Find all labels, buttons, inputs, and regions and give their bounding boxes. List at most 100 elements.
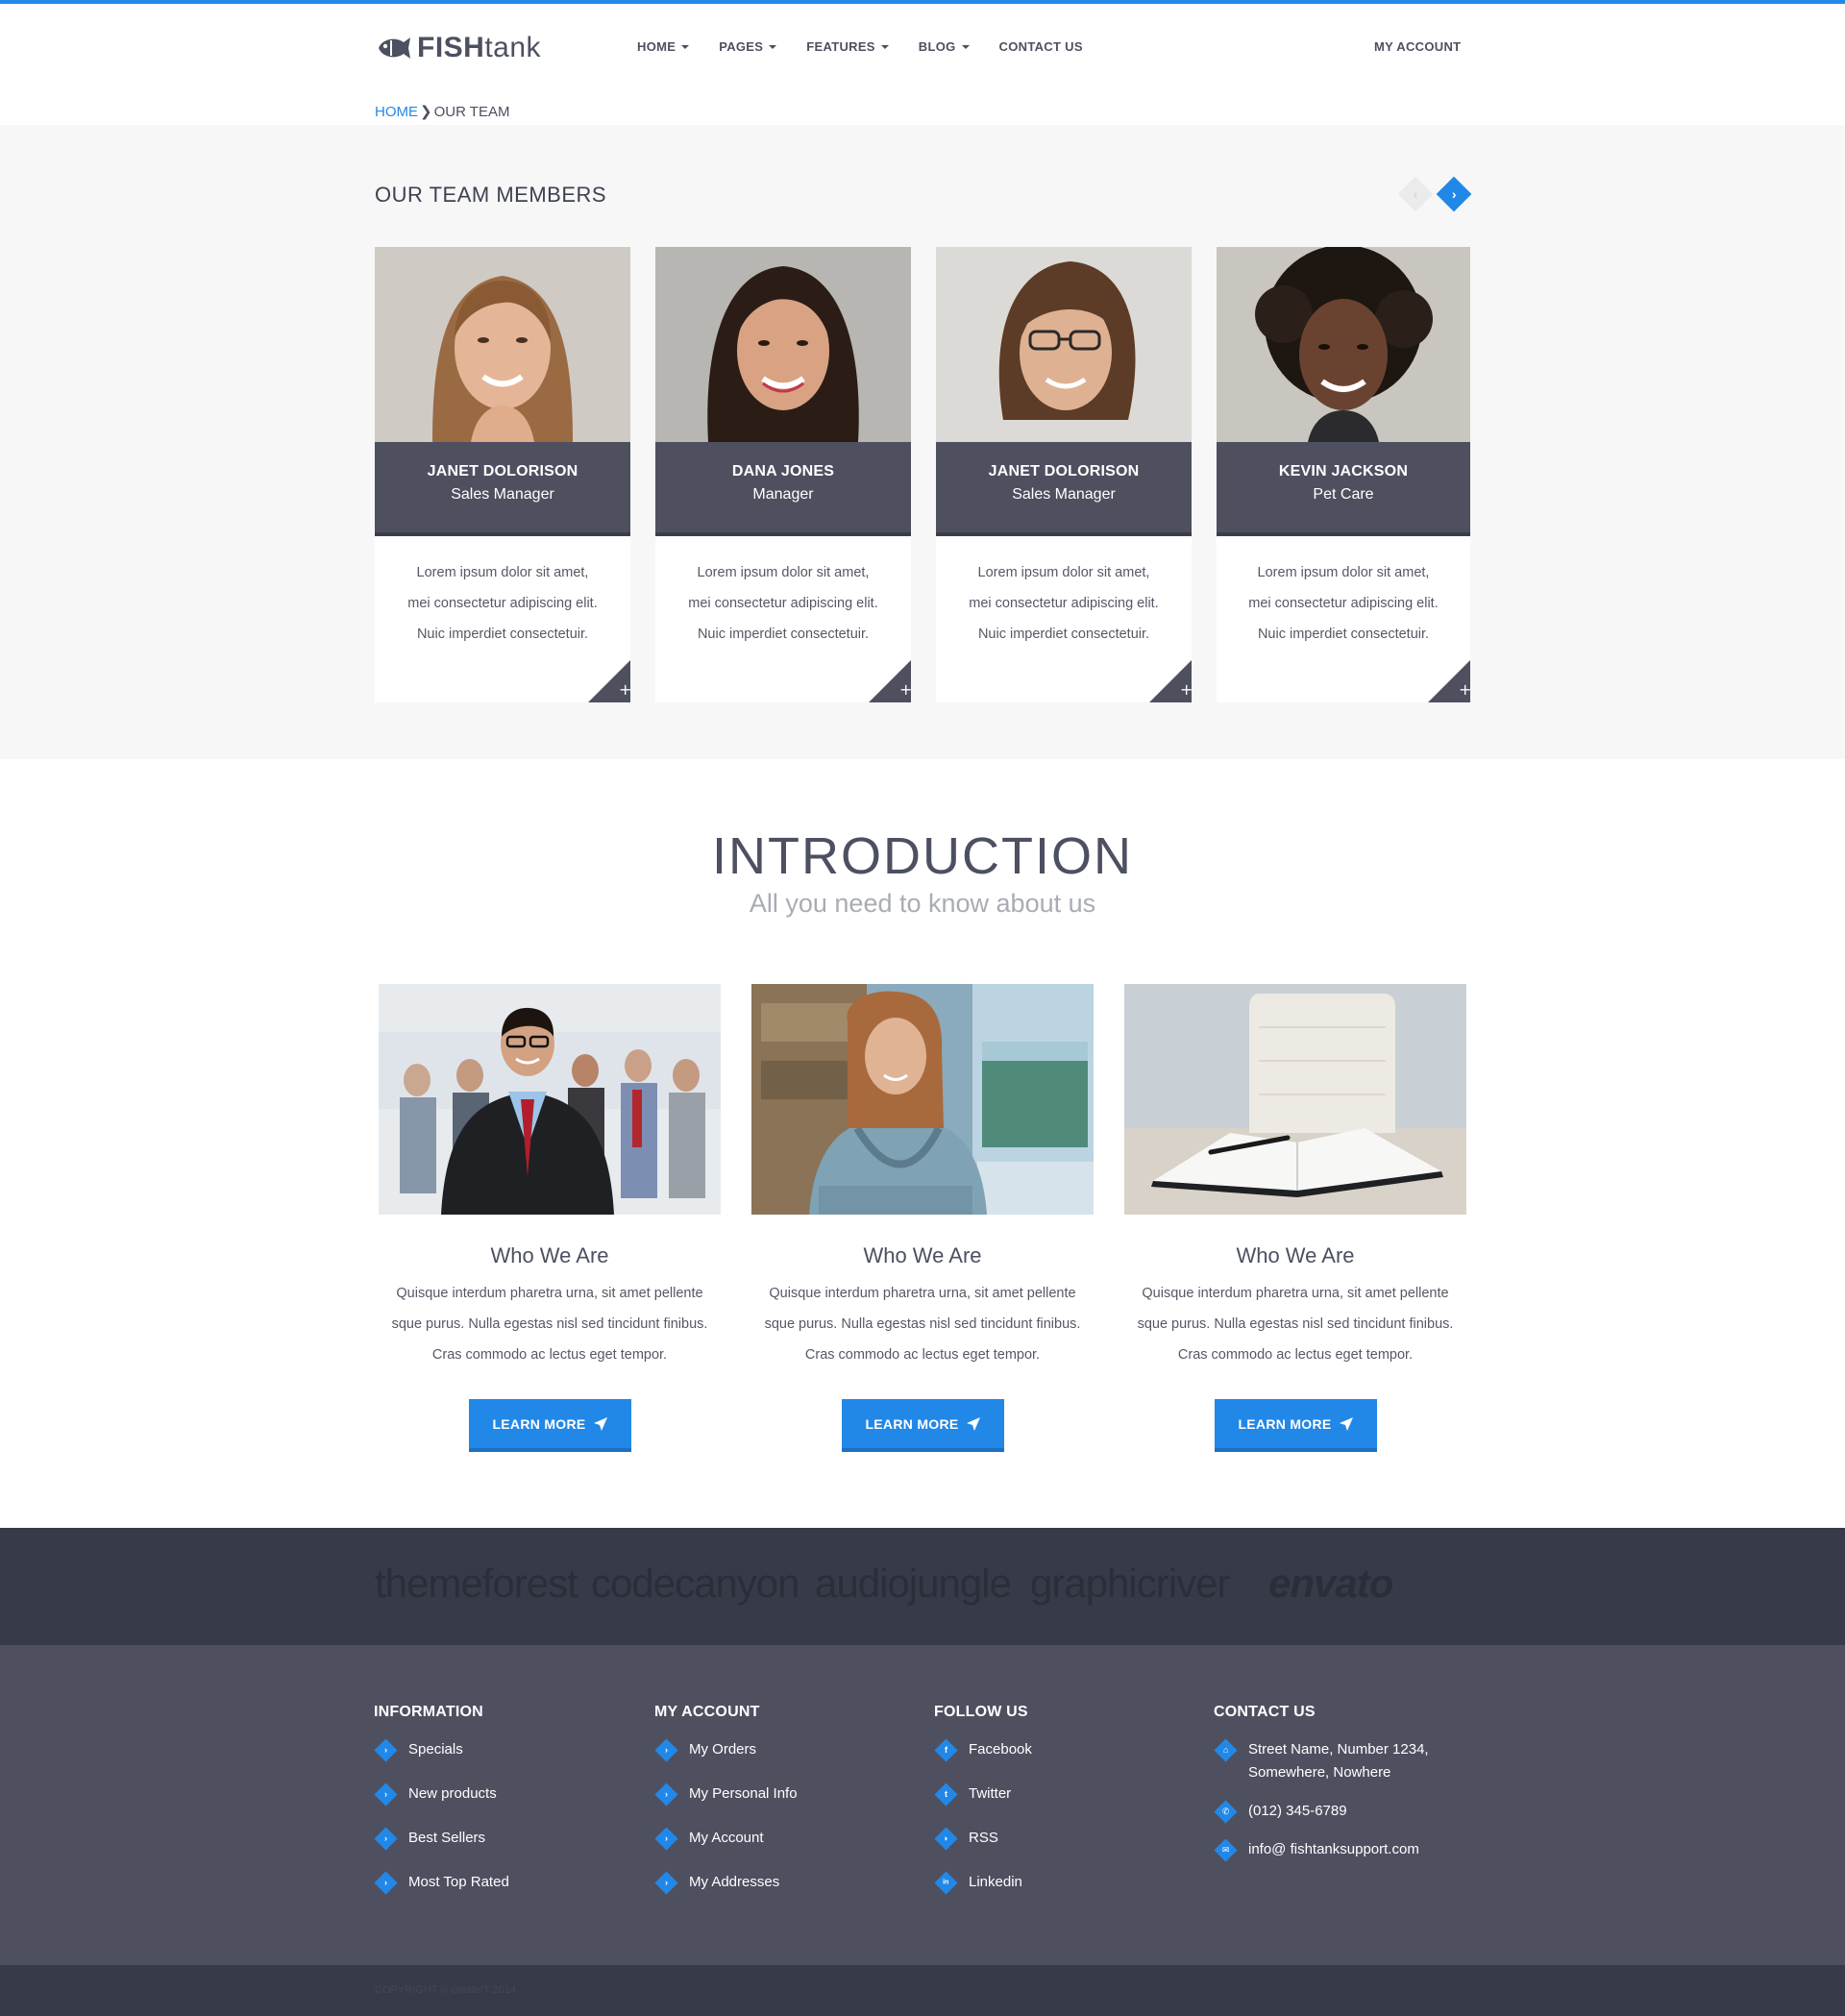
carousel-next-button[interactable]: › — [1436, 176, 1472, 212]
chevron-right-icon: › — [374, 1782, 398, 1807]
brand-logo-envato[interactable]: envato — [1268, 1561, 1393, 1607]
nav-features[interactable]: FEATURES — [806, 39, 889, 54]
footer-link-best-sellers[interactable]: › Best Sellers — [374, 1827, 509, 1873]
feature-title: Who We Are — [863, 1243, 982, 1267]
footer-link-twitter[interactable]: t Twitter — [934, 1782, 1032, 1829]
footer-link-label: New products — [408, 1785, 497, 1802]
team-member-name: JANET DOLORISON — [988, 463, 1140, 479]
expand-plus-button[interactable]: + — [588, 660, 630, 702]
breadcrumb: HOME ❯ OUR TEAM — [375, 103, 510, 121]
carousel-prev-button[interactable]: ‹ — [1397, 176, 1434, 212]
footer-heading: MY ACCOUNT — [654, 1704, 760, 1720]
my-account-link[interactable]: MY ACCOUNT — [1374, 39, 1461, 54]
chevron-right-icon: › — [374, 1827, 398, 1851]
nav-contact-us[interactable]: CONTACT US — [999, 39, 1083, 54]
footer-link-facebook[interactable]: f Facebook — [934, 1738, 1032, 1784]
description-line: Nuic imperdiet consectetuir. — [416, 627, 589, 642]
footer-link-most-top-rated[interactable]: › Most Top Rated — [374, 1871, 509, 1917]
copyright-text: COPYRIGHT © createIT 2014 — [375, 1984, 517, 1996]
caret-down-icon — [880, 44, 889, 49]
footer-heading: FOLLOW US — [934, 1704, 1028, 1720]
footer-link-label: Most Top Rated — [408, 1874, 509, 1890]
feature-photo-woman-aquarium — [751, 984, 1094, 1215]
footer-link-my-addresses[interactable]: › My Addresses — [654, 1871, 798, 1917]
nav-blog[interactable]: BLOG — [919, 39, 970, 54]
nav-pages[interactable]: PAGES — [719, 39, 777, 54]
team-section: OUR TEAM MEMBERS ‹ › JANET DOLORISON Sal… — [0, 125, 1845, 759]
footer-link-label: My Addresses — [689, 1874, 780, 1890]
main-nav: HOME PAGES FEATURES BLOG CONTACT US — [637, 39, 1113, 54]
caret-down-icon — [681, 44, 690, 49]
paper-plane-icon — [593, 1416, 607, 1431]
footer-link-label: Specials — [408, 1741, 463, 1758]
learn-more-button[interactable]: LEARN MORE — [468, 1399, 631, 1452]
footer-link-my-account[interactable]: › My Account — [654, 1827, 798, 1873]
brand-logo-themeforest[interactable]: themeforest — [375, 1561, 578, 1607]
chevron-right-icon: › — [654, 1738, 678, 1762]
footer-contact-email[interactable]: ✉ info@ fishtanksupport.com — [1214, 1838, 1460, 1879]
description-line: Nuic imperdiet consectetuir. — [697, 627, 870, 642]
team-card: JANET DOLORISON Sales Manager Lorem ipsu… — [936, 247, 1192, 702]
footer-contact-phone[interactable]: ✆ (012) 345-6789 — [1214, 1800, 1460, 1840]
expand-plus-button[interactable]: + — [1428, 660, 1470, 702]
feature-description: Quisque interdum pharetra urna, sit amet… — [1124, 1278, 1466, 1370]
footer-link-my-personal-info[interactable]: › My Personal Info — [654, 1782, 798, 1829]
home-icon: ⌂ — [1214, 1738, 1238, 1762]
description-line: Nuic imperdiet consectetuir. — [1257, 627, 1430, 642]
team-member-photo — [655, 247, 911, 442]
caret-down-icon — [961, 44, 970, 49]
brand-logo-audiojungle[interactable]: audiojungle — [815, 1561, 1012, 1607]
breadcrumb-home-link[interactable]: HOME — [375, 104, 418, 120]
footer-link-new-products[interactable]: › New products — [374, 1782, 509, 1829]
footer-follow-us: FOLLOW US f Facebook t Twitter ◗ RSS in Link… — [934, 1704, 1032, 1917]
team-card: KEVIN JACKSON Pet Care Lorem ipsum dolor… — [1217, 247, 1470, 702]
description-line: Cras commodo ac lectus eget tempor. — [431, 1347, 668, 1363]
mail-icon: ✉ — [1214, 1838, 1238, 1862]
footer-link-label: My Orders — [689, 1741, 757, 1758]
site-footer: INFORMATION › Specials › New products › Bes… — [0, 1645, 1845, 1965]
team-member-role: Pet Care — [1313, 486, 1374, 503]
paper-plane-icon — [1339, 1416, 1353, 1431]
chevron-right-icon: › — [654, 1871, 678, 1895]
footer-link-rss[interactable]: ◗ RSS — [934, 1827, 1032, 1873]
footer-link-my-orders[interactable]: › My Orders — [654, 1738, 798, 1784]
site-logo[interactable]: FISHtank — [375, 31, 541, 65]
paper-plane-icon — [966, 1416, 980, 1431]
footer-link-linkedin[interactable]: in Linkedin — [934, 1871, 1032, 1917]
expand-plus-button[interactable]: + — [1149, 660, 1192, 702]
learn-more-button[interactable]: LEARN MORE — [841, 1399, 1004, 1452]
feature-title: Who We Are — [490, 1243, 609, 1267]
description-line: Lorem ipsum dolor sit amet, — [1257, 565, 1430, 580]
description-line: Quisque interdum pharetra urna, sit amet… — [769, 1286, 1076, 1301]
logo-text: FISHtank — [417, 32, 542, 63]
feature-description: Quisque interdum pharetra urna, sit amet… — [379, 1278, 721, 1370]
learn-more-button[interactable]: LEARN MORE — [1214, 1399, 1377, 1452]
description-line: mei consectetur adipiscing elit. — [407, 596, 598, 611]
team-member-description: Lorem ipsum dolor sit amet, mei consecte… — [936, 536, 1192, 650]
plus-icon: + — [899, 680, 911, 699]
team-member-info: DANA JONES Manager — [655, 442, 911, 536]
description-line: mei consectetur adipiscing elit. — [688, 596, 878, 611]
team-member-name: KEVIN JACKSON — [1278, 463, 1409, 479]
team-member-info: JANET DOLORISON Sales Manager — [375, 442, 630, 536]
brand-logo-graphicriver[interactable]: graphicriver — [1030, 1561, 1230, 1607]
team-member-description: Lorem ipsum dolor sit amet, mei consecte… — [1217, 536, 1470, 650]
description-line: sque purus. Nulla egestas nisl sed tinci… — [764, 1316, 1081, 1332]
expand-plus-button[interactable]: + — [869, 660, 911, 702]
learn-more-label: LEARN MORE — [492, 1415, 586, 1432]
brand-logo-codecanyon[interactable]: codecanyon — [591, 1561, 800, 1607]
team-section-title: OUR TEAM MEMBERS — [375, 183, 607, 207]
team-member-name: JANET DOLORISON — [427, 463, 578, 479]
team-member-photo — [936, 247, 1192, 442]
team-member-name: DANA JONES — [731, 463, 835, 479]
nav-home[interactable]: HOME — [637, 39, 690, 54]
team-member-description: Lorem ipsum dolor sit amet, mei consecte… — [655, 536, 911, 650]
description-line: Quisque interdum pharetra urna, sit amet… — [396, 1286, 703, 1301]
breadcrumb-current: OUR TEAM — [433, 103, 510, 120]
footer-link-specials[interactable]: › Specials — [374, 1738, 509, 1784]
chevron-right-icon: › — [374, 1871, 398, 1895]
address-text: Street Name, Number 1234, Somewhere, Now… — [1248, 1741, 1429, 1781]
copyright-bar: COPYRIGHT © createIT 2014 — [0, 1965, 1845, 2016]
intro-subtitle: All you need to know about us — [749, 889, 1096, 918]
description-line: Cras commodo ac lectus eget tempor. — [1177, 1347, 1414, 1363]
